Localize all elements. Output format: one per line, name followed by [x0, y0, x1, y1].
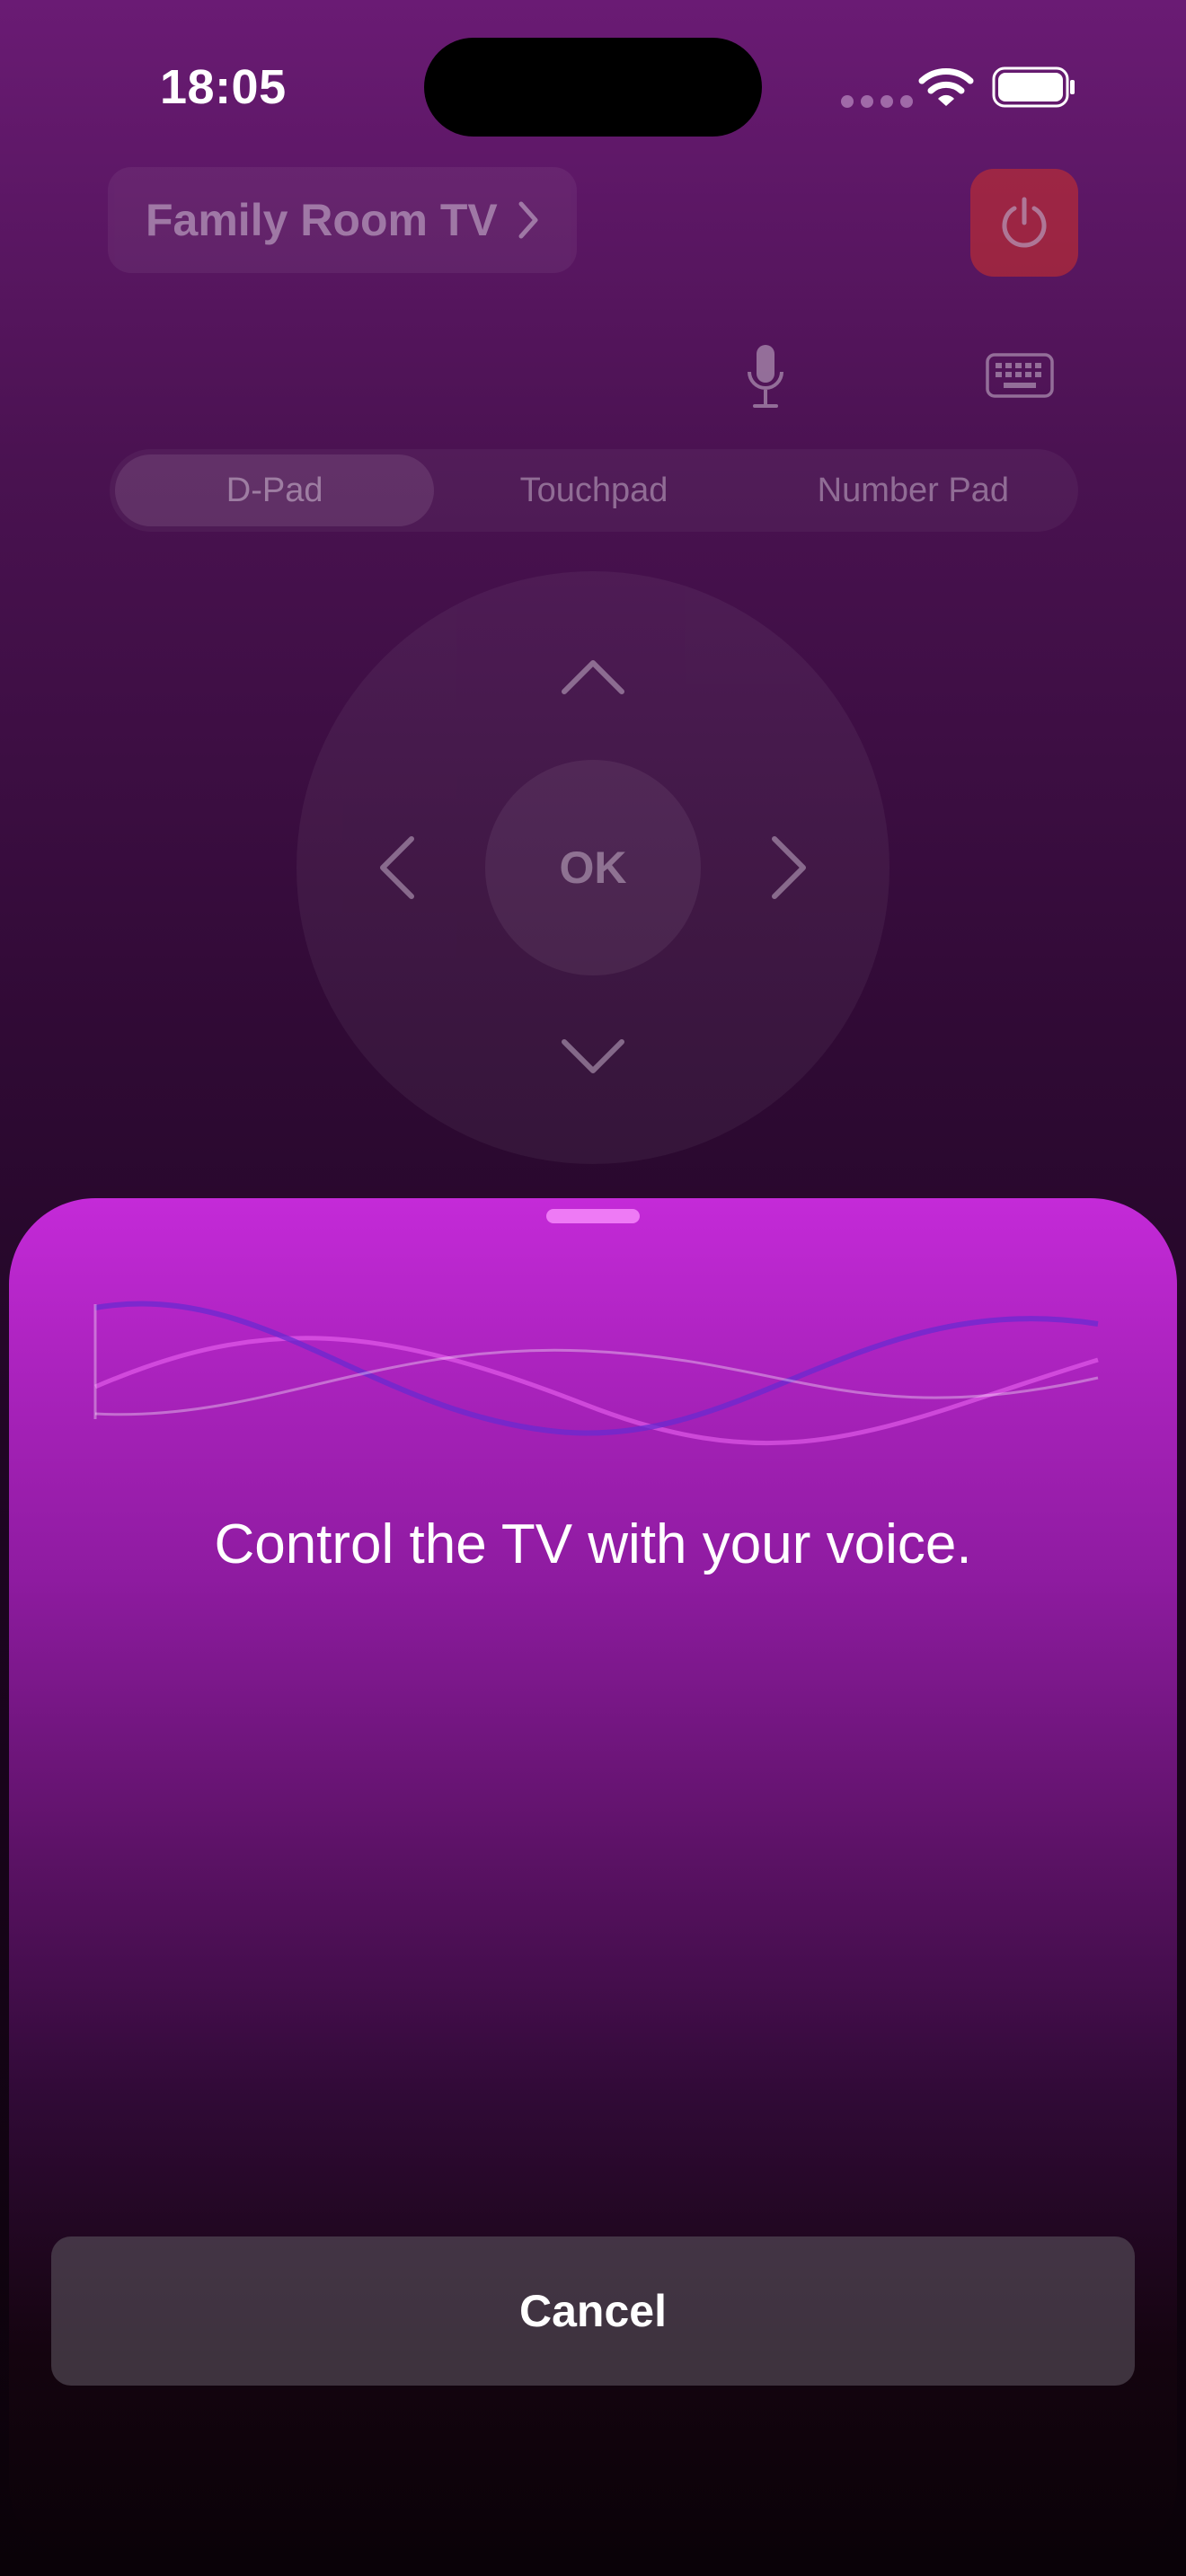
sheet-grabber[interactable] — [546, 1209, 640, 1223]
ok-button[interactable]: OK — [485, 760, 701, 975]
microphone-button[interactable] — [739, 340, 792, 415]
cancel-button[interactable]: Cancel — [51, 2236, 1135, 2386]
segment-touchpad[interactable]: Touchpad — [434, 454, 753, 526]
device-selector-button[interactable]: Family Room TV — [108, 167, 577, 273]
chevron-right-icon — [518, 201, 538, 239]
keyboard-icon — [986, 353, 1054, 398]
chevron-down-icon[interactable] — [559, 1037, 627, 1076]
power-button[interactable] — [970, 169, 1078, 277]
keyboard-button[interactable] — [985, 350, 1055, 401]
chevron-up-icon[interactable] — [559, 657, 627, 697]
device-name: Family Room TV — [146, 195, 498, 245]
microphone-icon — [748, 345, 783, 408]
segment-number-pad[interactable]: Number Pad — [754, 454, 1073, 526]
segment-dpad[interactable]: D-Pad — [115, 454, 435, 526]
chevron-right-icon[interactable] — [769, 834, 809, 902]
control-mode-segmented: D-Pad Touchpad Number Pad — [110, 449, 1078, 532]
screen: 18:05 Family Room TV D-Pad Touchpad Numb… — [0, 0, 1186, 2576]
voice-sheet: Control the TV with your voice. Cancel — [9, 1198, 1177, 2560]
voice-prompt: Control the TV with your voice. — [214, 1513, 972, 1575]
dpad: OK — [296, 571, 890, 1164]
power-icon — [1002, 197, 1047, 248]
waveform-icon — [93, 1301, 1099, 1445]
chevron-left-icon[interactable] — [377, 834, 417, 902]
